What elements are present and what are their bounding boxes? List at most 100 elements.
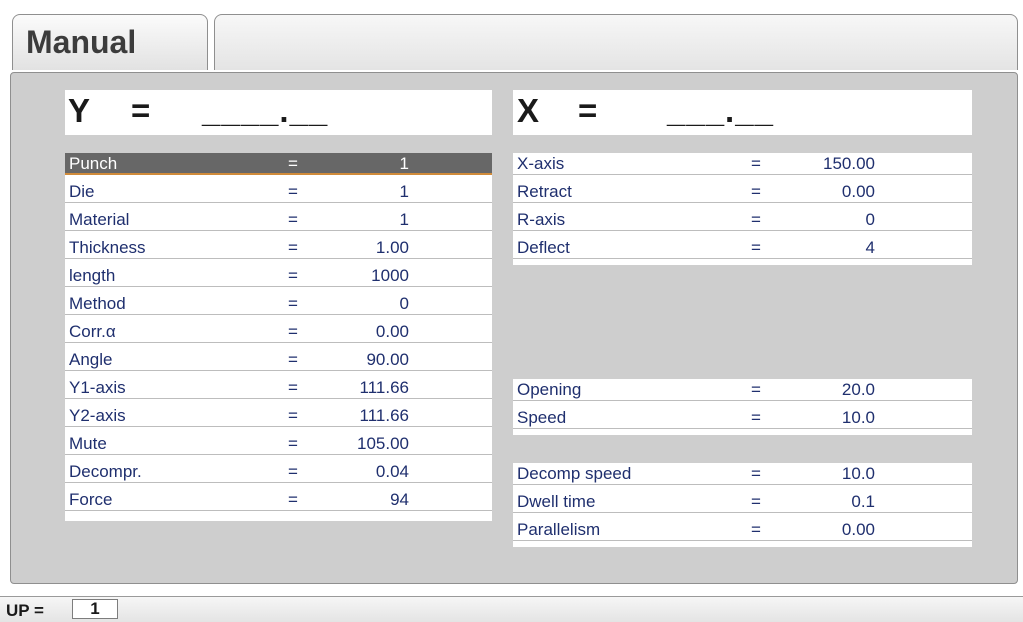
param-label: Mute <box>69 434 107 453</box>
param-row-decomp-speed[interactable]: Decomp speed = 10.0 <box>513 463 972 485</box>
param-equals: = <box>288 462 298 481</box>
param-equals: = <box>751 154 761 173</box>
param-equals: = <box>288 350 298 369</box>
param-row-x-axis[interactable]: X-axis = 150.00 <box>513 153 972 175</box>
x-position-value: ___.__ <box>667 92 774 129</box>
param-label: Y1-axis <box>69 378 126 397</box>
param-value[interactable]: 4 <box>866 238 875 258</box>
param-equals: = <box>288 294 298 313</box>
y-axis-label: Y <box>68 92 91 129</box>
param-label: Parallelism <box>517 520 601 539</box>
param-row-method[interactable]: Method = 0 <box>65 293 492 315</box>
param-label: Material <box>69 210 130 229</box>
param-value[interactable]: 1.00 <box>376 238 409 258</box>
param-row-material[interactable]: Material = 1 <box>65 209 492 231</box>
param-equals: = <box>751 210 761 229</box>
param-equals: = <box>751 238 761 257</box>
param-label: R-axis <box>517 210 566 229</box>
param-row-thickness[interactable]: Thickness = 1.00 <box>65 237 492 259</box>
param-row-deflect[interactable]: Deflect = 4 <box>513 237 972 259</box>
param-label: Decomp speed <box>517 464 632 483</box>
param-label: Force <box>69 490 113 509</box>
param-value[interactable]: 10.0 <box>842 464 875 484</box>
param-value[interactable]: 0 <box>400 294 409 314</box>
param-value[interactable]: 1000 <box>371 266 409 286</box>
param-label: X-axis <box>517 154 565 173</box>
x-axis-label: X <box>517 92 540 129</box>
param-label: Decompr. <box>69 462 142 481</box>
param-value[interactable]: 150.00 <box>823 154 875 174</box>
param-value[interactable]: 90.00 <box>366 350 409 370</box>
param-equals: = <box>751 520 761 539</box>
param-row-dwell-time[interactable]: Dwell time = 0.1 <box>513 491 972 513</box>
param-value[interactable]: 1 <box>400 182 409 202</box>
param-row-y1-axis[interactable]: Y1-axis = 111.66 <box>65 377 492 399</box>
status-bar: UP = 1 <box>0 596 1023 622</box>
param-row-die[interactable]: Die = 1 <box>65 181 492 203</box>
param-row-length[interactable]: length = 1000 <box>65 265 492 287</box>
param-row-punch[interactable]: Punch = 1 <box>65 153 492 175</box>
param-row-speed[interactable]: Speed = 10.0 <box>513 407 972 429</box>
param-row-corr[interactable]: Corr.α = 0.00 <box>65 321 492 343</box>
param-row-y2-axis[interactable]: Y2-axis = 111.66 <box>65 405 492 427</box>
param-label: Die <box>69 182 95 201</box>
param-label: Corr.α <box>69 322 116 341</box>
param-value[interactable]: 0.00 <box>842 520 875 540</box>
param-equals: = <box>751 464 761 483</box>
param-equals: = <box>288 266 298 285</box>
param-equals: = <box>751 182 761 201</box>
param-label: Opening <box>517 380 582 399</box>
param-row-opening[interactable]: Opening = 20.0 <box>513 379 972 401</box>
param-row-force[interactable]: Force = 94 <box>65 489 492 511</box>
param-label: Speed <box>517 408 567 427</box>
param-value[interactable]: 0.00 <box>842 182 875 202</box>
param-row-retract[interactable]: Retract = 0.00 <box>513 181 972 203</box>
param-label: Angle <box>69 350 113 369</box>
param-value[interactable]: 111.66 <box>360 378 409 398</box>
param-row-angle[interactable]: Angle = 90.00 <box>65 349 492 371</box>
param-label: length <box>69 266 116 285</box>
param-value[interactable]: 0.1 <box>851 492 875 512</box>
param-row-r-axis[interactable]: R-axis = 0 <box>513 209 972 231</box>
param-equals: = <box>288 210 298 229</box>
param-value[interactable]: 1 <box>400 210 409 230</box>
app-window: Manual Y = ____.__ X = ___.__ Punch = 1 Die… <box>0 0 1023 622</box>
param-equals: = <box>288 182 298 201</box>
param-equals: = <box>288 490 298 509</box>
y-position-display: Y = ____.__ <box>65 90 492 135</box>
param-label: Method <box>69 294 126 313</box>
param-row-parallelism[interactable]: Parallelism = 0.00 <box>513 519 972 541</box>
param-label: Deflect <box>517 238 570 257</box>
header-bar <box>214 14 1018 70</box>
param-value[interactable]: 1 <box>400 154 409 174</box>
param-value[interactable]: 0.00 <box>376 322 409 342</box>
param-value[interactable]: 94 <box>390 490 409 510</box>
param-label: Thickness <box>69 238 146 257</box>
y-position-value: ____.__ <box>202 92 329 129</box>
param-value[interactable]: 105.00 <box>357 434 409 454</box>
param-equals: = <box>288 406 298 425</box>
left-parameter-table: Punch = 1 Die = 1 Material = 1 Thickness = 1.00 leng… <box>65 153 492 521</box>
param-value[interactable]: 0 <box>866 210 875 230</box>
param-value[interactable]: 10.0 <box>842 408 875 428</box>
param-equals: = <box>288 238 298 257</box>
x-position-display: X = ___.__ <box>513 90 972 135</box>
param-label: Y2-axis <box>69 406 126 425</box>
param-equals: = <box>288 434 298 453</box>
param-equals: = <box>751 492 761 511</box>
param-label: Dwell time <box>517 492 596 511</box>
param-equals: = <box>288 378 298 397</box>
param-value[interactable]: 20.0 <box>842 380 875 400</box>
up-value-field[interactable]: 1 <box>72 599 118 619</box>
param-row-decompr[interactable]: Decompr. = 0.04 <box>65 461 492 483</box>
y-equals: = <box>131 92 151 129</box>
param-equals: = <box>288 322 298 341</box>
tab-manual[interactable]: Manual <box>12 14 208 70</box>
param-label: Retract <box>517 182 572 201</box>
param-row-mute[interactable]: Mute = 105.00 <box>65 433 492 455</box>
right-parameter-table-decompression: Decomp speed = 10.0 Dwell time = 0.1 Paralleli… <box>513 463 972 547</box>
right-parameter-table-motion: Opening = 20.0 Speed = 10.0 <box>513 379 972 435</box>
up-label: UP = <box>6 601 44 620</box>
param-value[interactable]: 0.04 <box>376 462 409 482</box>
param-value[interactable]: 111.66 <box>360 406 409 426</box>
